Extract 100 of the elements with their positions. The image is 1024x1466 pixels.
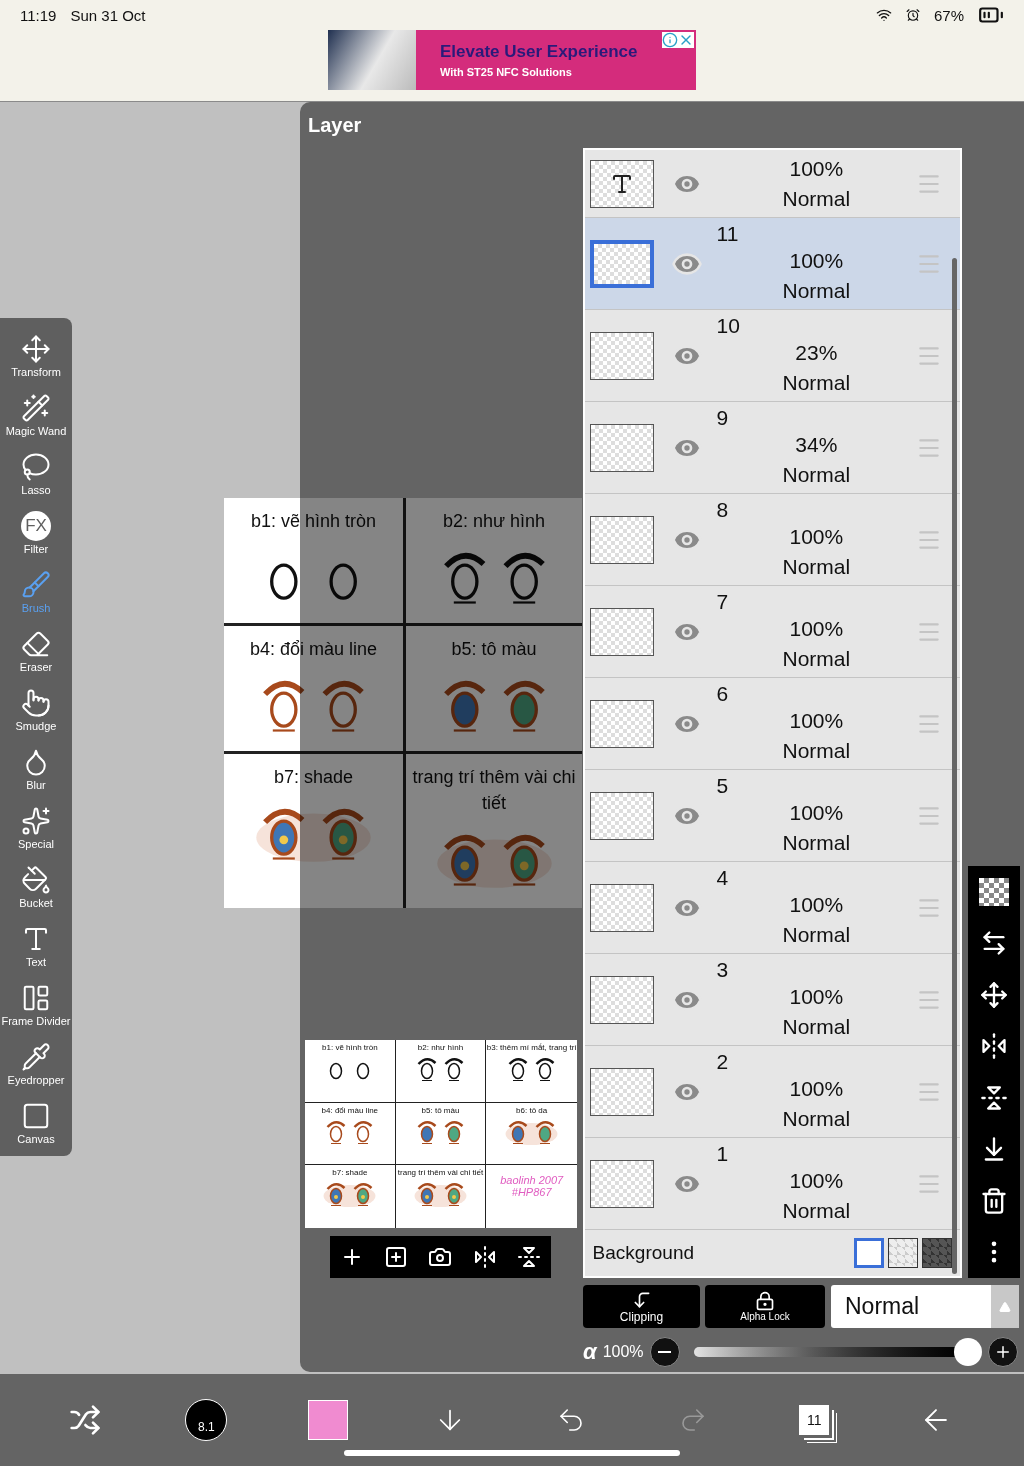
layer-opacity: 100% — [788, 615, 845, 642]
layer-row[interactable]: 2 100% Normal — [584, 1046, 961, 1138]
layer-thumbnail — [589, 515, 654, 564]
layer-opacity: 100% — [788, 523, 845, 550]
preview-caption: b2: như hình — [417, 1043, 464, 1053]
layer-name: 9 — [716, 405, 730, 430]
layer-row[interactable]: 1 100% Normal — [584, 1138, 961, 1230]
layer-row[interactable]: 6 100% Normal — [584, 678, 961, 770]
tool-item[interactable]: Eraser — [0, 621, 72, 680]
background-swatch[interactable] — [922, 1238, 953, 1268]
fx-icon: FX — [21, 510, 51, 541]
brush-size-button[interactable]: 8.1 — [185, 1399, 228, 1441]
checker-icon[interactable] — [979, 877, 1010, 906]
slider-thumb[interactable] — [953, 1338, 982, 1366]
layer-row[interactable]: 5 100% Normal — [584, 770, 961, 862]
layer-row[interactable]: 11 100% Normal — [584, 218, 961, 310]
pointing-hand-icon — [21, 687, 51, 718]
increase-button[interactable] — [987, 1337, 1018, 1367]
flip-horizontal-icon[interactable] — [980, 1032, 1009, 1061]
info-icon[interactable] — [662, 32, 678, 48]
blend-mode-select[interactable]: Normal — [831, 1285, 1019, 1328]
status-time: 11:19 — [20, 6, 57, 24]
ad-headline: Elevate User Experience — [440, 42, 638, 62]
add-frame-icon[interactable] — [384, 1245, 409, 1269]
layer-name: 1 — [716, 1141, 730, 1166]
layer-name: 10 — [716, 313, 741, 338]
layer-blend-mode: Normal — [781, 1197, 852, 1224]
preview-caption: b7: shade — [332, 1168, 368, 1179]
tool-item[interactable]: Text — [0, 916, 72, 975]
layer-name: 7 — [716, 589, 730, 614]
layer-blend-mode: Normal — [781, 185, 852, 212]
layer-row[interactable]: 4 100% Normal — [584, 862, 961, 954]
tool-item[interactable]: Eyedropper — [0, 1034, 72, 1093]
tool-item[interactable]: Special — [0, 798, 72, 857]
layer-name: 6 — [716, 681, 730, 706]
opacity-reading: 100% — [602, 1343, 644, 1361]
status-date: Sun 31 Oct — [70, 6, 146, 24]
canvas-caption: b4: đổi màu line — [249, 638, 378, 661]
flip-horizontal-icon[interactable] — [472, 1245, 497, 1269]
alpha-lock-button[interactable]: Alpha Lock — [705, 1285, 825, 1328]
magic-wand-icon — [21, 392, 51, 423]
tool-item[interactable]: Bucket — [0, 857, 72, 916]
camera-icon[interactable] — [428, 1245, 453, 1269]
layer-blend-mode: Normal — [781, 829, 852, 856]
layer-row[interactable]: 7 100% Normal — [584, 586, 961, 678]
tool-item[interactable]: Lasso — [0, 444, 72, 503]
tool-item[interactable]: Frame Divider — [0, 975, 72, 1034]
eyedropper-icon — [21, 1041, 51, 1072]
tool-item[interactable]: Transform — [0, 326, 72, 385]
lock-icon — [755, 1291, 775, 1311]
canvas-caption: b5: tô màu — [451, 638, 537, 661]
layer-blend-mode: Normal — [781, 461, 852, 488]
background-swatch[interactable] — [888, 1238, 919, 1268]
layer-row[interactable]: 8 100% Normal — [584, 494, 961, 586]
layer-opacity: 23% — [794, 339, 839, 366]
tool-item[interactable]: Smudge — [0, 680, 72, 739]
layer-opacity: 100% — [788, 1167, 845, 1194]
layer-thumbnail — [589, 975, 654, 1024]
clipping-button[interactable]: Clipping — [583, 1285, 700, 1328]
layer-thumbnail — [589, 331, 654, 380]
color-swatch[interactable] — [308, 1400, 348, 1440]
layer-row[interactable]: 100% Normal — [584, 150, 961, 218]
preview-caption: b5: tô màu — [421, 1105, 460, 1116]
wifi-icon — [875, 7, 892, 23]
ad-subline: With ST25 NFC Solutions — [440, 66, 573, 78]
layer-blend-mode: Normal — [781, 645, 852, 672]
layer-blend-mode: Normal — [781, 1013, 852, 1040]
layer-thumbnail — [589, 423, 654, 472]
preview-caption: b3: thêm mí mắt, trang trí — [486, 1043, 577, 1053]
layer-name: 3 — [716, 957, 730, 982]
ad-banner[interactable]: Elevate User Experience With ST25 NFC Solutions — [328, 30, 696, 90]
decrease-button[interactable] — [649, 1337, 680, 1367]
lasso-icon — [21, 451, 51, 482]
shuffle-icon[interactable] — [68, 1404, 101, 1436]
signature-text: baolinh 2007 #HP867 — [499, 1174, 565, 1199]
layer-name: 8 — [716, 497, 730, 522]
layer-opacity: 100% — [788, 247, 845, 274]
tool-item[interactable]: Magic Wand — [0, 385, 72, 444]
layer-blend-mode: Normal — [781, 1105, 852, 1132]
tool-item[interactable]: Blur — [0, 739, 72, 798]
preview-caption: trang trí thêm vài chi tiết — [397, 1168, 484, 1179]
tool-item[interactable]: Canvas — [0, 1093, 72, 1152]
preview-caption: b1: vẽ hình tròn — [322, 1043, 378, 1053]
flip-vertical-icon[interactable] — [516, 1245, 541, 1269]
window-title: Layer — [308, 113, 362, 137]
move-icon — [21, 333, 51, 364]
brush-icon — [21, 569, 51, 600]
layer-row[interactable]: 3 100% Normal — [584, 954, 961, 1046]
canvas-caption: trang trí thêm vài chi tiết — [411, 766, 577, 815]
layer-opacity: 100% — [788, 983, 845, 1010]
paint-bucket-icon — [21, 864, 51, 895]
background-swatch[interactable] — [854, 1238, 885, 1268]
move-icon[interactable] — [980, 980, 1009, 1009]
scrollbar[interactable] — [952, 258, 958, 1274]
layer-blend-mode: Normal — [781, 369, 852, 396]
layer-row[interactable]: 10 23% Normal — [584, 310, 961, 402]
canvas-caption: b1: vẽ hình tròn — [250, 510, 377, 533]
layer-row[interactable]: 9 34% Normal — [584, 402, 961, 494]
flip-vertical-icon[interactable] — [980, 1083, 1009, 1112]
tool-item[interactable]: FX Filter — [0, 503, 72, 562]
